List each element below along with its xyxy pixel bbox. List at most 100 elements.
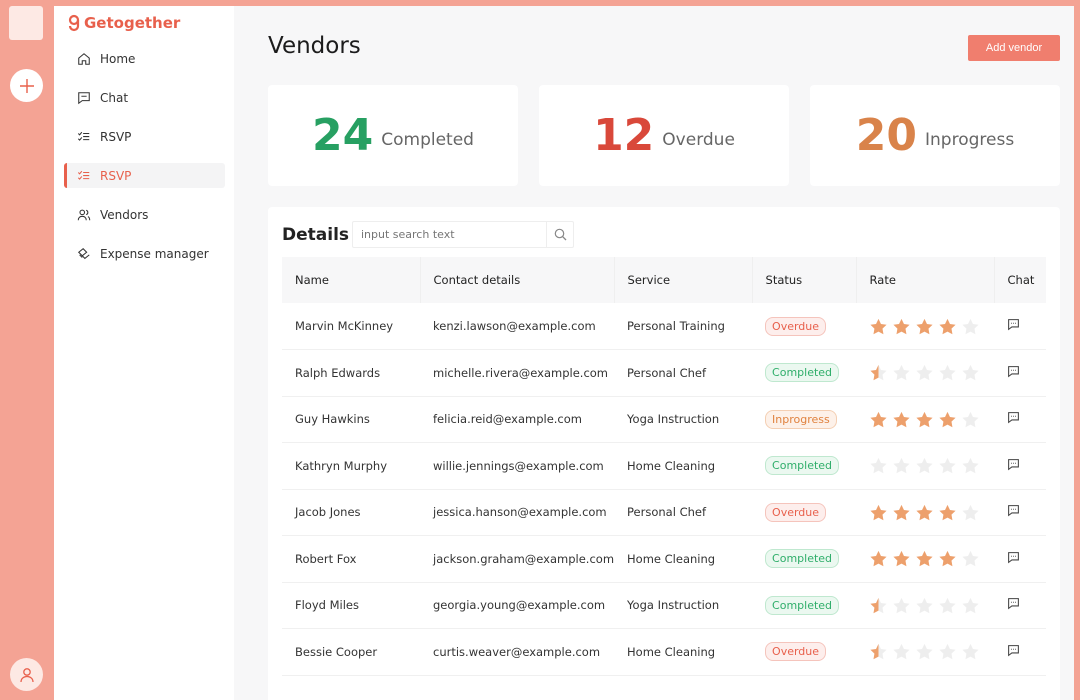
stat-inprogress-value: 20 bbox=[855, 110, 918, 161]
star-icon[interactable] bbox=[938, 456, 957, 475]
users-icon bbox=[77, 208, 91, 222]
star-icon[interactable] bbox=[915, 503, 934, 522]
cell-rate bbox=[856, 489, 995, 536]
cell-service: Personal Chef bbox=[614, 489, 753, 536]
table-row[interactable]: Marvin McKinney kenzi.lawson@example.com P… bbox=[282, 303, 1046, 350]
star-icon[interactable] bbox=[961, 596, 980, 615]
table-row[interactable]: Jacob Jones jessica.hanson@example.com Per… bbox=[282, 489, 1046, 536]
star-icon[interactable] bbox=[869, 363, 888, 382]
star-icon[interactable] bbox=[915, 317, 934, 336]
star-icon[interactable] bbox=[915, 549, 934, 568]
cell-rate bbox=[856, 303, 995, 350]
page-title: Vendors bbox=[268, 33, 361, 59]
star-icon[interactable] bbox=[869, 596, 888, 615]
table-row[interactable]: Floyd Miles georgia.young@example.com Yoga… bbox=[282, 582, 1046, 629]
chat-icon[interactable] bbox=[1007, 644, 1020, 657]
rating-stars[interactable] bbox=[869, 642, 994, 661]
cell-status: Overdue bbox=[752, 489, 857, 536]
star-icon[interactable] bbox=[938, 317, 957, 336]
chat-icon[interactable] bbox=[1007, 551, 1020, 564]
chat-icon[interactable] bbox=[1007, 318, 1020, 331]
cell-rate bbox=[856, 396, 995, 443]
star-icon[interactable] bbox=[892, 410, 911, 429]
sidebar-item-rsvp[interactable]: RSVP bbox=[64, 163, 225, 188]
sidebar-item-home[interactable]: Home bbox=[64, 46, 225, 71]
rating-stars[interactable] bbox=[869, 596, 994, 615]
table-row[interactable]: Robert Fox jackson.graham@example.com Home… bbox=[282, 535, 1046, 583]
star-icon[interactable] bbox=[869, 456, 888, 475]
col-service[interactable]: Service bbox=[614, 257, 753, 303]
col-chat[interactable]: Chat bbox=[994, 257, 1046, 303]
chat-icon[interactable] bbox=[1007, 458, 1020, 471]
col-rate[interactable]: Rate bbox=[856, 257, 995, 303]
chat-icon[interactable] bbox=[1007, 504, 1020, 517]
table-row[interactable]: Kathryn Murphy willie.jennings@example.co… bbox=[282, 442, 1046, 490]
star-icon[interactable] bbox=[961, 317, 980, 336]
col-name[interactable]: Name bbox=[282, 257, 421, 303]
table-row[interactable]: Guy Hawkins felicia.reid@example.com Yoga … bbox=[282, 396, 1046, 443]
star-icon[interactable] bbox=[938, 642, 957, 661]
rating-stars[interactable] bbox=[869, 549, 994, 568]
chat-icon[interactable] bbox=[1007, 411, 1020, 424]
stat-inprogress-label: Inprogress bbox=[925, 129, 1015, 150]
search-box bbox=[352, 221, 574, 248]
star-icon[interactable] bbox=[938, 596, 957, 615]
star-icon[interactable] bbox=[892, 549, 911, 568]
sidebar-item-vendors[interactable]: Vendors bbox=[64, 202, 225, 227]
search-button[interactable] bbox=[546, 222, 573, 247]
star-icon[interactable] bbox=[938, 363, 957, 382]
chat-icon[interactable] bbox=[1007, 365, 1020, 378]
status-badge: Completed bbox=[765, 549, 840, 569]
col-status[interactable]: Status bbox=[752, 257, 857, 303]
star-icon[interactable] bbox=[892, 456, 911, 475]
star-icon[interactable] bbox=[938, 410, 957, 429]
add-workspace-button[interactable] bbox=[10, 69, 43, 102]
col-contact[interactable]: Contact details bbox=[420, 257, 615, 303]
add-vendor-button[interactable]: Add vendor bbox=[968, 35, 1060, 61]
star-icon[interactable] bbox=[961, 642, 980, 661]
star-icon[interactable] bbox=[892, 317, 911, 336]
chat-icon[interactable] bbox=[1007, 597, 1020, 610]
sidebar-item-chat[interactable]: Chat bbox=[64, 85, 225, 110]
search-input[interactable] bbox=[353, 222, 546, 247]
rating-stars[interactable] bbox=[869, 317, 994, 336]
star-icon[interactable] bbox=[915, 642, 934, 661]
star-icon[interactable] bbox=[961, 503, 980, 522]
expense-icon bbox=[77, 247, 91, 261]
star-icon[interactable] bbox=[961, 363, 980, 382]
star-icon[interactable] bbox=[892, 596, 911, 615]
star-icon[interactable] bbox=[869, 642, 888, 661]
star-icon[interactable] bbox=[961, 456, 980, 475]
user-avatar-button[interactable] bbox=[10, 658, 43, 691]
status-badge: Completed bbox=[765, 363, 840, 383]
star-icon[interactable] bbox=[961, 549, 980, 568]
table-row[interactable]: Ralph Edwards michelle.rivera@example.com… bbox=[282, 349, 1046, 397]
rating-stars[interactable] bbox=[869, 410, 994, 429]
logo-icon bbox=[68, 14, 80, 32]
star-icon[interactable] bbox=[938, 549, 957, 568]
star-icon[interactable] bbox=[915, 363, 934, 382]
workspace-tile[interactable] bbox=[9, 6, 43, 40]
sidebar-item-expense-manager[interactable]: Expense manager bbox=[64, 241, 225, 266]
star-icon[interactable] bbox=[869, 503, 888, 522]
rating-stars[interactable] bbox=[869, 456, 994, 475]
rating-stars[interactable] bbox=[869, 503, 994, 522]
star-icon[interactable] bbox=[961, 410, 980, 429]
status-badge: Completed bbox=[765, 595, 840, 615]
table-row[interactable]: Bessie Cooper curtis.weaver@example.com Ho… bbox=[282, 628, 1046, 676]
app-rail bbox=[0, 0, 54, 700]
star-icon[interactable] bbox=[892, 642, 911, 661]
star-icon[interactable] bbox=[869, 410, 888, 429]
star-icon[interactable] bbox=[915, 596, 934, 615]
star-icon[interactable] bbox=[915, 456, 934, 475]
star-icon[interactable] bbox=[892, 503, 911, 522]
cell-chat bbox=[994, 442, 1046, 490]
star-icon[interactable] bbox=[938, 503, 957, 522]
sidebar-item-rsvp[interactable]: RSVP bbox=[64, 124, 225, 149]
star-icon[interactable] bbox=[869, 317, 888, 336]
star-icon[interactable] bbox=[869, 549, 888, 568]
brand[interactable]: Getogether bbox=[68, 14, 180, 32]
rating-stars[interactable] bbox=[869, 363, 994, 382]
star-icon[interactable] bbox=[892, 363, 911, 382]
star-icon[interactable] bbox=[915, 410, 934, 429]
